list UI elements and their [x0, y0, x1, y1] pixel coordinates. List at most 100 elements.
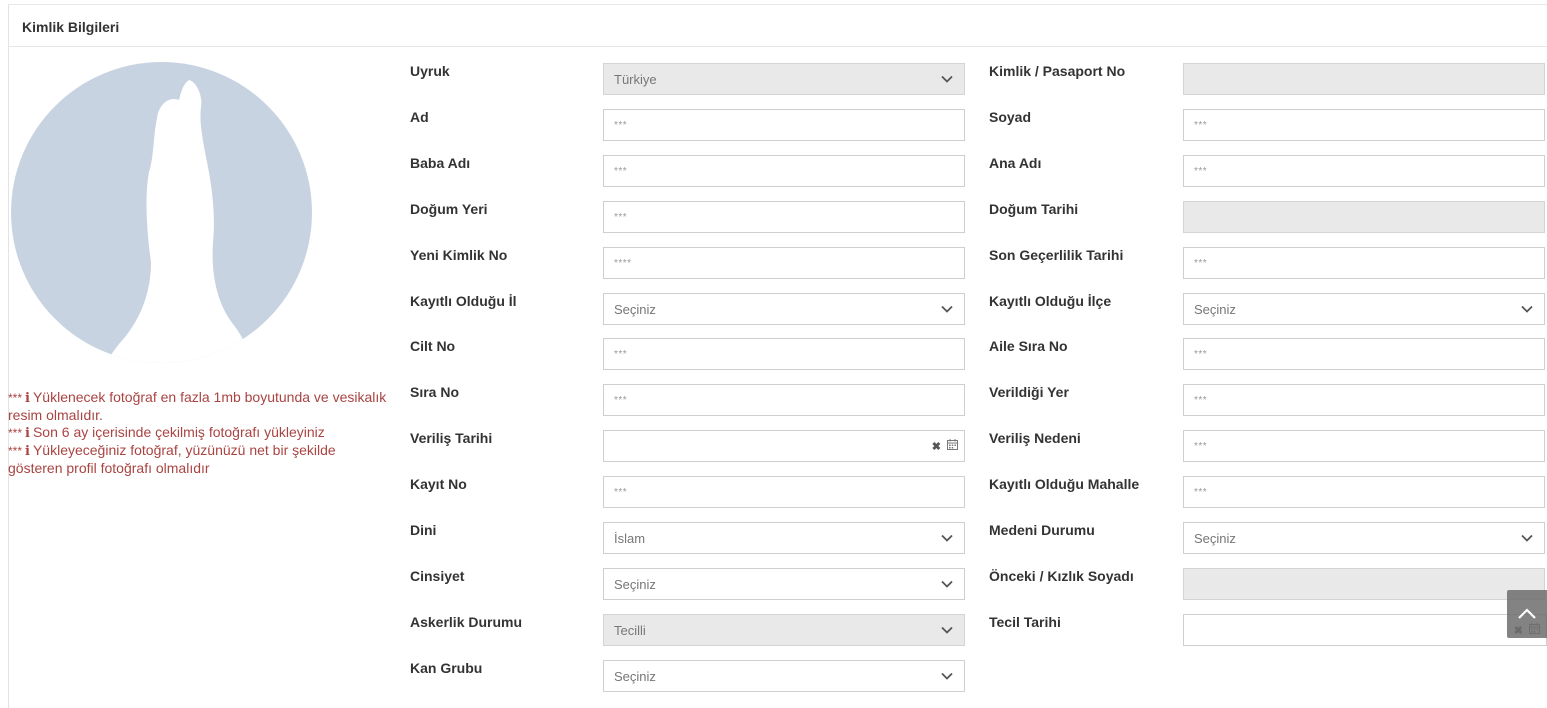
clear-x-icon[interactable]: ✖ — [932, 440, 941, 453]
field-value: Tecilli — [614, 622, 646, 638]
label-verilis-tarihi: Veriliş Tarihi — [410, 430, 493, 446]
chevron-down-icon — [940, 623, 954, 637]
soyad-input[interactable]: *** — [1183, 109, 1545, 141]
field-value: İslam — [614, 530, 646, 546]
label-uyruk: Uyruk — [410, 63, 450, 79]
field-value: *** — [614, 348, 628, 360]
photo-note: *** i Yüklenecek fotoğraf en fazla 1mb boy… — [8, 389, 387, 423]
label-dini: Dini — [410, 522, 437, 538]
field-value: *** — [614, 119, 628, 131]
askerlik-durumu-select: Tecilli — [603, 614, 965, 646]
field-value: Türkiye — [614, 71, 657, 87]
label-kayit-no: Kayıt No — [410, 476, 467, 492]
label-kayitli-oldugu-ilce: Kayıtlı Olduğu İlçe — [989, 293, 1112, 309]
panel-title: Kimlik Bilgileri — [22, 19, 120, 35]
medeni-durumu-select[interactable]: Seçiniz — [1183, 522, 1545, 554]
field-value: Seçiniz — [614, 301, 656, 317]
field-value: **** — [614, 257, 632, 269]
ana-adi-input[interactable]: *** — [1183, 155, 1545, 187]
label-verilis-nedeni: Veriliş Nedeni — [989, 430, 1081, 446]
photo-note: *** i Yükleyeceğiniz fotoğraf, yüzünüzü ne… — [8, 442, 336, 476]
ad-input[interactable]: *** — [603, 109, 965, 141]
label-soyad: Soyad — [989, 109, 1032, 125]
info-icon: i — [25, 426, 30, 441]
label-medeni-durumu: Medeni Durumu — [989, 522, 1095, 538]
chevron-down-icon — [1520, 531, 1534, 545]
field-value: *** — [614, 165, 628, 177]
label-kayitli-oldugu-il: Kayıtlı Olduğu İl — [410, 293, 517, 309]
cilt-no-input[interactable]: *** — [603, 338, 965, 370]
verildigi-yer-input[interactable]: *** — [1183, 384, 1545, 416]
photo-note: *** i Son 6 ay içerisinde çekilmiş fotoğra… — [8, 424, 325, 441]
sira-no-input[interactable]: *** — [603, 384, 965, 416]
kayitli-oldugu-mahalle-input[interactable]: *** — [1183, 476, 1545, 508]
dogum-tarihi-input — [1183, 201, 1545, 233]
kayit-no-input[interactable]: *** — [603, 476, 965, 508]
kan-grubu-select[interactable]: Seçiniz — [603, 660, 965, 692]
label-cilt-no: Cilt No — [410, 338, 456, 354]
chevron-down-icon — [1520, 302, 1534, 316]
field-value: *** — [1194, 394, 1208, 406]
label-dogum-tarihi: Doğum Tarihi — [989, 201, 1079, 217]
baba-adi-input[interactable]: *** — [603, 155, 965, 187]
label-cinsiyet: Cinsiyet — [410, 568, 465, 584]
yeni-kimlik-no-input[interactable]: **** — [603, 247, 965, 279]
label-yeni-kimlik-no: Yeni Kimlik No — [410, 247, 508, 263]
field-value: *** — [1194, 348, 1208, 360]
chevron-down-icon — [940, 531, 954, 545]
chevron-down-icon — [940, 72, 954, 86]
field-value: Seçiniz — [614, 576, 656, 592]
field-value: *** — [1194, 486, 1208, 498]
label-kimlik-pasaport-no: Kimlik / Pasaport No — [989, 63, 1126, 79]
field-value: Seçiniz — [614, 668, 656, 684]
panel-divider — [8, 46, 1547, 47]
field-value: Seçiniz — [1194, 530, 1236, 546]
field-value: *** — [1194, 440, 1208, 452]
uyruk-select: Türkiye — [603, 63, 965, 95]
label-tecil-tarihi: Tecil Tarihi — [989, 614, 1061, 630]
label-dogum-yeri: Doğum Yeri — [410, 201, 488, 217]
kayitli-oldugu-ilce-select[interactable]: Seçiniz — [1183, 293, 1545, 325]
user-silhouette-icon — [106, 80, 251, 363]
field-value: *** — [1194, 257, 1208, 269]
chevron-down-icon — [940, 302, 954, 316]
label-ana-adi: Ana Adı — [989, 155, 1042, 171]
field-value: *** — [1194, 165, 1208, 177]
label-son-gecerlilik-tarihi: Son Geçerlilik Tarihi — [989, 247, 1124, 263]
field-value: *** — [1194, 119, 1208, 131]
kayitli-oldugu-il-select[interactable]: Seçiniz — [603, 293, 965, 325]
label-kayitli-oldugu-mahalle: Kayıtlı Olduğu Mahalle — [989, 476, 1140, 492]
dogum-yeri-input[interactable]: *** — [603, 201, 965, 233]
photo-requirements: *** i Yüklenecek fotoğraf en fazla 1mb boy… — [8, 389, 393, 477]
label-onceki-kizlik-soyadi: Önceki / Kızlık Soyadı — [989, 568, 1134, 584]
cinsiyet-select[interactable]: Seçiniz — [603, 568, 965, 600]
aile-sira-no-input[interactable]: *** — [1183, 338, 1545, 370]
chevron-down-icon — [940, 577, 954, 591]
info-icon: i — [25, 444, 30, 459]
verilis-nedeni-input[interactable]: *** — [1183, 430, 1545, 462]
tecil-tarihi-date-input[interactable]: ✖ — [1183, 614, 1547, 646]
field-value: Seçiniz — [1194, 301, 1236, 317]
label-aile-sira-no: Aile Sıra No — [989, 338, 1068, 354]
son-gecerlilik-tarihi-input[interactable]: *** — [1183, 247, 1545, 279]
field-value: *** — [614, 211, 628, 223]
label-kan-grubu: Kan Grubu — [410, 660, 483, 676]
calendar-icon[interactable] — [947, 439, 958, 453]
label-verildigi-yer: Verildiği Yer — [989, 384, 1069, 400]
label-ad: Ad — [410, 109, 429, 125]
label-sira-no: Sıra No — [410, 384, 460, 400]
label-baba-adi: Baba Adı — [410, 155, 471, 171]
field-value: *** — [614, 394, 628, 406]
profile-photo-placeholder[interactable] — [11, 62, 312, 363]
field-value: *** — [614, 486, 628, 498]
onceki-kizlik-soyadi-input — [1183, 568, 1545, 600]
chevron-down-icon — [940, 669, 954, 683]
info-icon: i — [25, 391, 30, 406]
kimlik-pasaport-no-input — [1183, 63, 1545, 95]
label-askerlik-durumu: Askerlik Durumu — [410, 614, 523, 630]
dini-select[interactable]: İslam — [603, 522, 965, 554]
date-controls: ✖ — [932, 439, 958, 453]
scroll-to-top-button[interactable] — [1507, 590, 1547, 638]
chevron-up-icon — [1518, 608, 1536, 619]
verilis-tarihi-date-input[interactable]: ✖ — [603, 430, 965, 462]
